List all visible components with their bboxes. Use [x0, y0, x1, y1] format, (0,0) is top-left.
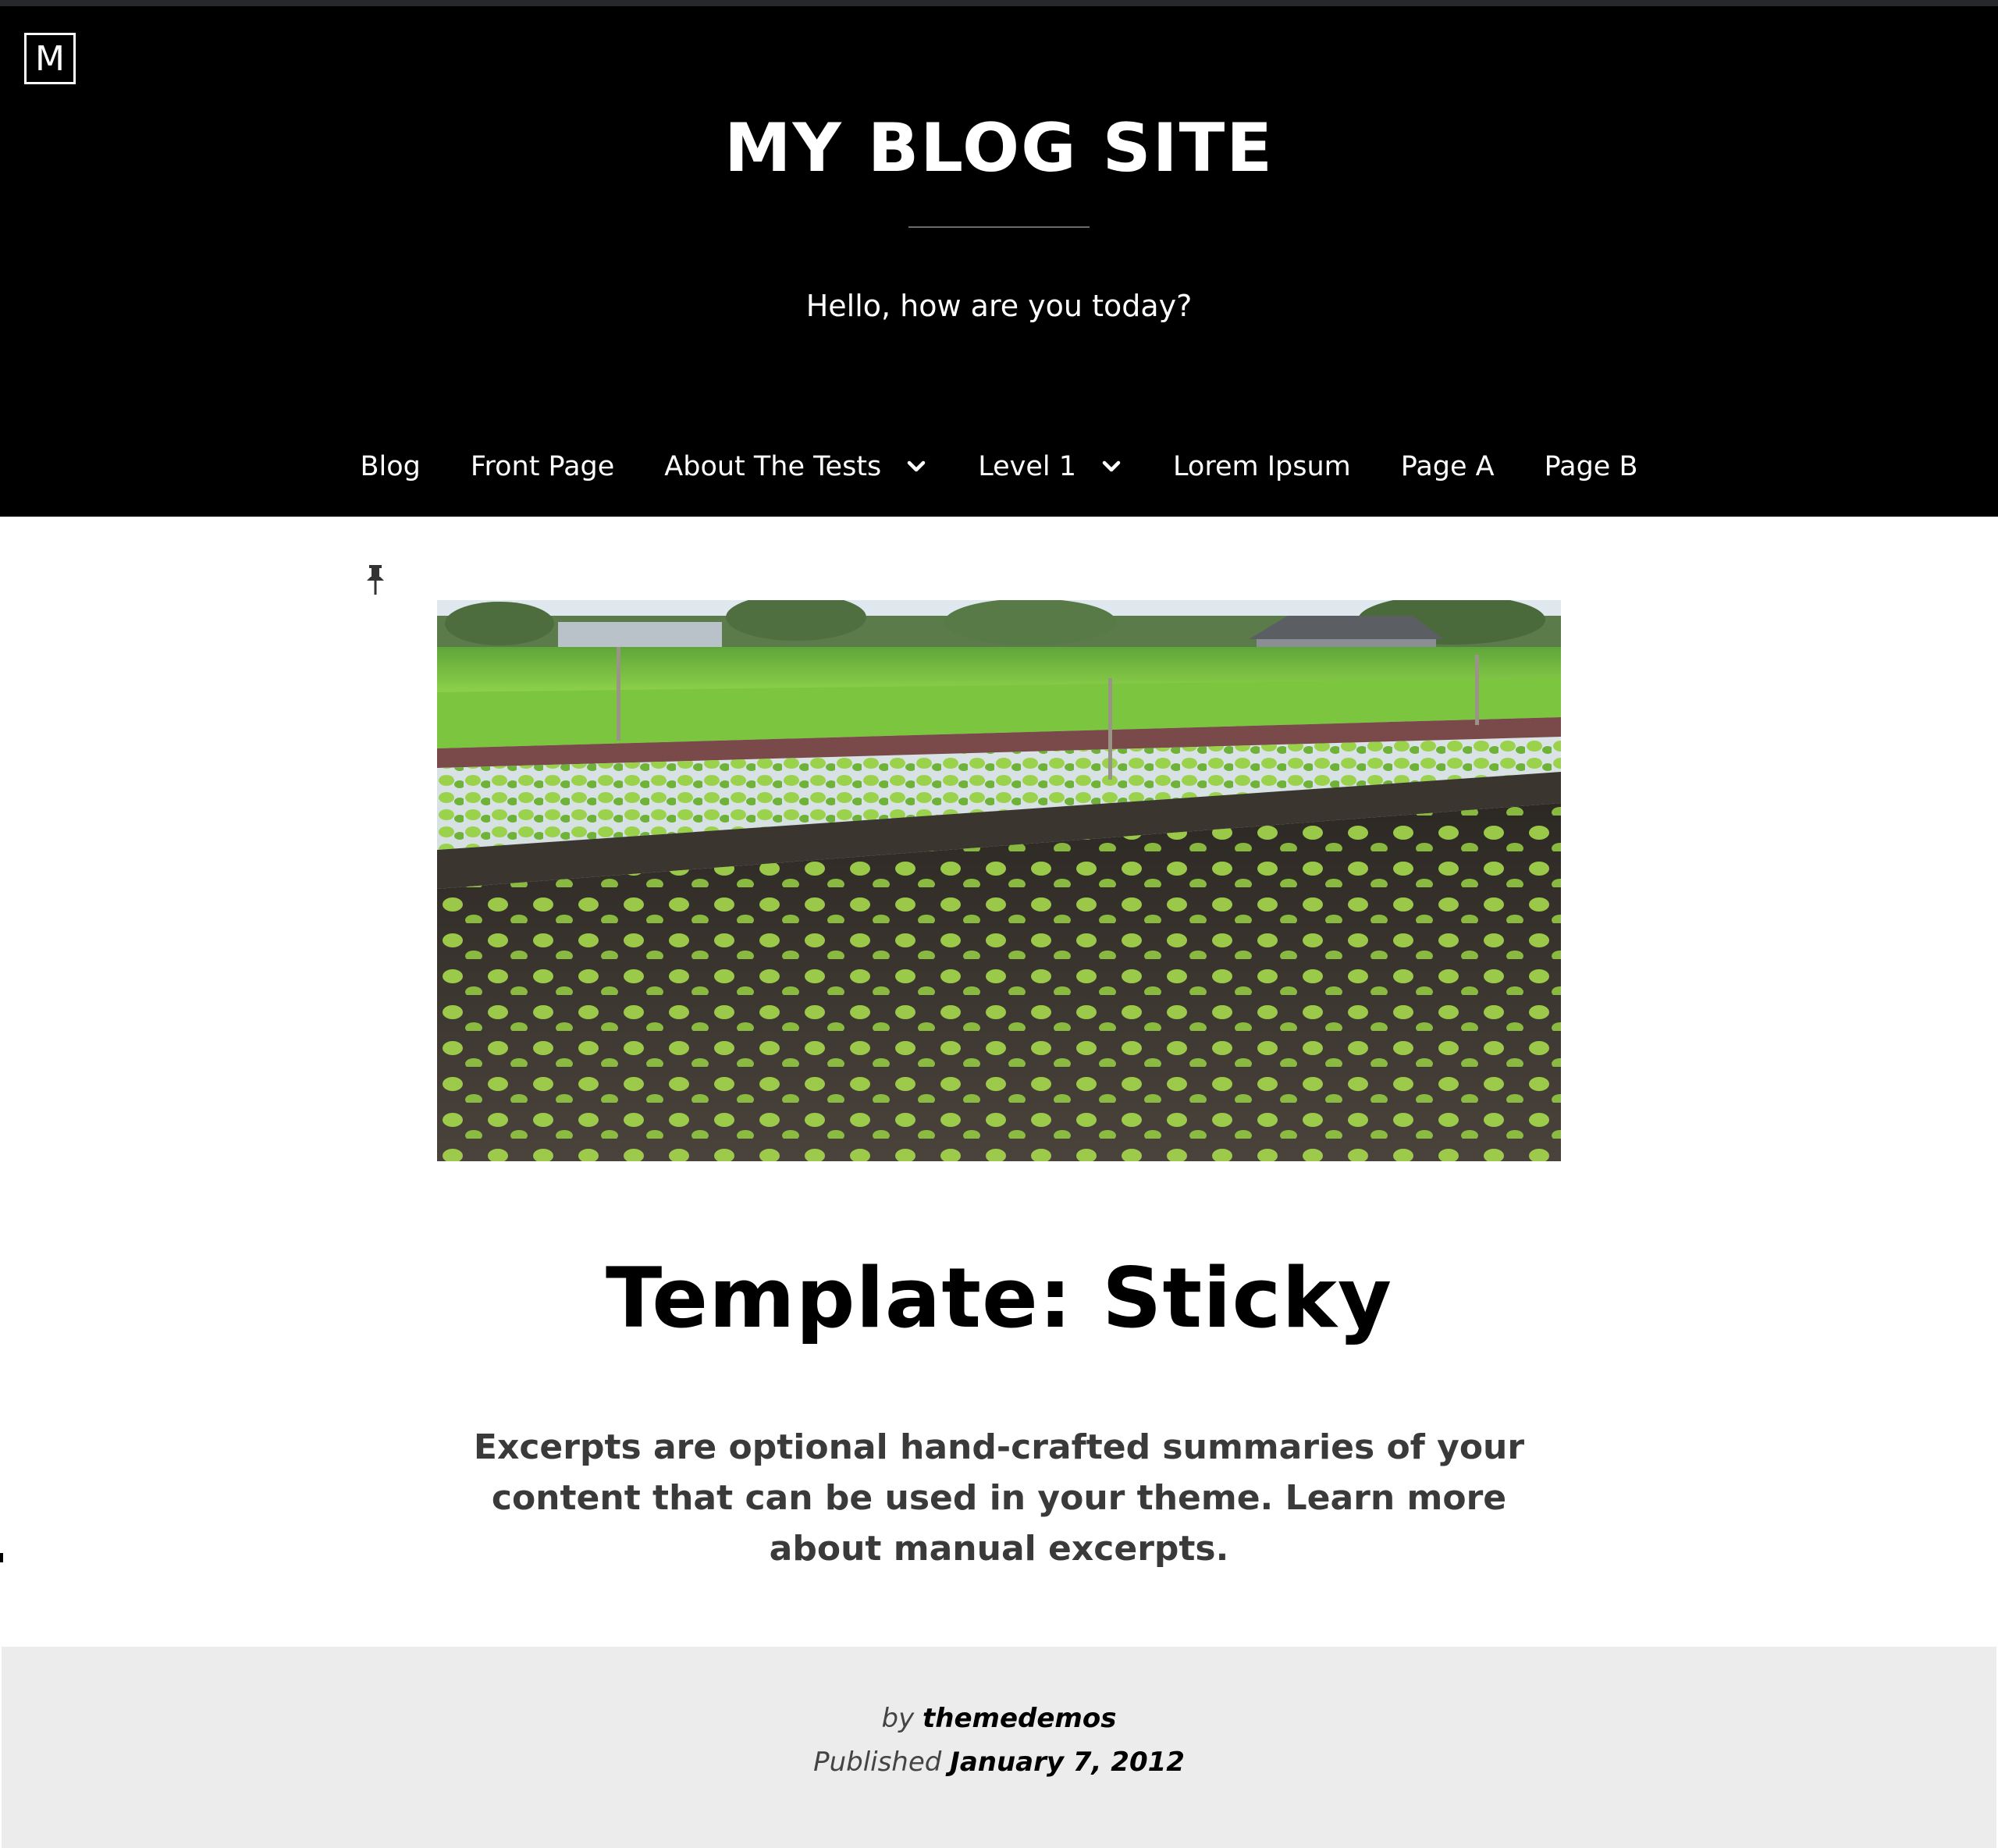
- nav-item-blog[interactable]: Blog: [361, 451, 421, 482]
- published-prefix: Published: [813, 1747, 942, 1778]
- post-meta: by themedemos Published January 7, 2012: [2, 1647, 1996, 1848]
- main-content: Template: Sticky Excerpts are optional h…: [0, 517, 1998, 1647]
- nav-item-page-b[interactable]: Page B: [1545, 451, 1638, 482]
- post-date-line: Published January 7, 2012: [2, 1747, 1996, 1778]
- nav-item-label: Level 1: [978, 451, 1077, 482]
- title-divider: [908, 226, 1090, 228]
- edge-marker: [0, 1553, 3, 1562]
- post-title[interactable]: Template: Sticky: [0, 1250, 1998, 1346]
- nav-item-label: Blog: [360, 451, 421, 482]
- logo-letter: M: [35, 38, 65, 79]
- site-logo-icon[interactable]: M: [24, 33, 76, 84]
- pushpin-icon: [367, 565, 384, 595]
- chevron-down-icon[interactable]: [905, 455, 928, 478]
- site-title[interactable]: MY BLOG SITE: [0, 109, 1998, 187]
- nav-item-label: About The Tests: [664, 451, 882, 482]
- nav-item-label: Lorem Ipsum: [1173, 451, 1351, 482]
- nav-item-front-page[interactable]: Front Page: [471, 451, 614, 482]
- nav-item-label: Page B: [1544, 451, 1638, 482]
- nav-item-lorem-ipsum[interactable]: Lorem Ipsum: [1173, 451, 1351, 482]
- post-author-link[interactable]: themedemos: [923, 1703, 1116, 1734]
- by-prefix: by: [881, 1703, 915, 1734]
- post-date-link[interactable]: January 7, 2012: [950, 1747, 1185, 1778]
- site-header: M MY BLOG SITE Hello, how are you today?…: [0, 6, 1998, 517]
- post-excerpt: Excerpts are optional hand-crafted summa…: [473, 1427, 1525, 1569]
- nav-item-label: Page A: [1400, 451, 1495, 482]
- nav-item-level-1[interactable]: Level 1: [978, 451, 1123, 482]
- nav-item-about-the-tests[interactable]: About The Tests: [664, 451, 928, 482]
- featured-image[interactable]: [437, 600, 1561, 1161]
- nav-item-label: Front Page: [470, 451, 615, 482]
- nav-item-page-a[interactable]: Page A: [1401, 451, 1495, 482]
- primary-navigation: Blog Front Page About The Tests Level 1 …: [0, 443, 1998, 490]
- chevron-down-icon[interactable]: [1100, 455, 1123, 478]
- site-tagline: Hello, how are you today?: [805, 289, 1193, 323]
- post-author-line: by themedemos: [2, 1703, 1996, 1734]
- browser-top-edge: [0, 0, 1998, 6]
